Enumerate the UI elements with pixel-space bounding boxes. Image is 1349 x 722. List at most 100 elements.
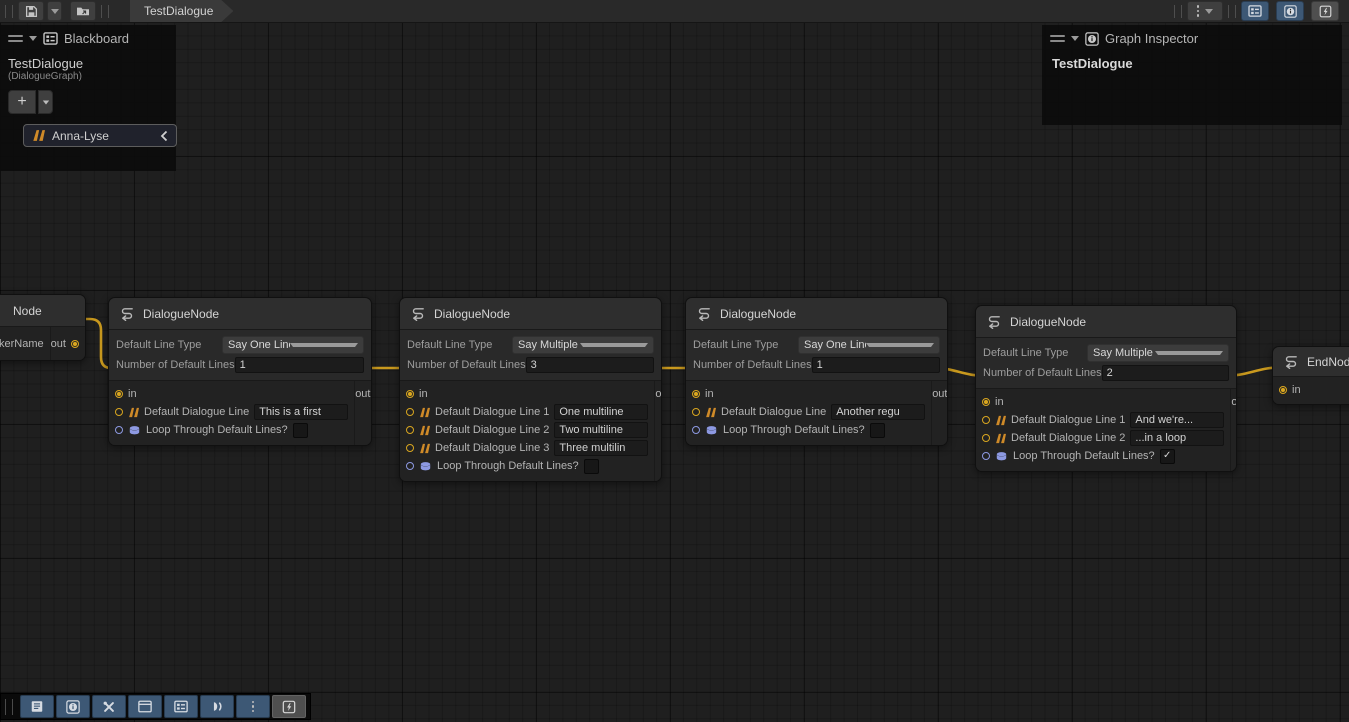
loop-checkbox[interactable]	[870, 423, 885, 438]
num-lines-field[interactable]: 3	[526, 357, 654, 373]
in-port[interactable]	[1279, 386, 1287, 394]
chevron-left-icon[interactable]	[160, 130, 168, 142]
blackboard-field-name: Anna-Lyse	[52, 129, 153, 143]
loop-port[interactable]	[982, 452, 990, 460]
quote-icon	[128, 407, 139, 418]
foldout-triangle-icon[interactable]	[29, 36, 37, 41]
end-node[interactable]: EndNode in	[1272, 346, 1349, 405]
line-type-dropdown[interactable]: Say Multiple Lines	[512, 336, 654, 354]
line-type-label: Default Line Type	[116, 339, 222, 351]
bottom-toolbar	[0, 693, 311, 720]
add-property-options-button[interactable]	[38, 90, 53, 114]
line-type-label: Default Line Type	[983, 347, 1087, 359]
graph-inspector-panel: Graph Inspector TestDialogue	[1042, 25, 1342, 125]
loop-port[interactable]	[115, 426, 123, 434]
loop-checkbox[interactable]: ✓	[1160, 449, 1175, 464]
in-port[interactable]	[115, 390, 123, 398]
overflow-menu-button[interactable]	[1187, 1, 1223, 21]
toolbar-separator	[101, 5, 109, 18]
line-port[interactable]	[406, 408, 414, 416]
node-title-bar[interactable]: DialogueNode	[400, 298, 661, 330]
inspector-toggle-button[interactable]	[1276, 1, 1304, 21]
line-type-dropdown[interactable]: Say One Line	[222, 336, 364, 354]
in-port[interactable]	[982, 398, 990, 406]
open-folder-icon	[76, 5, 90, 17]
num-lines-label: Number of Default Lines	[983, 367, 1102, 379]
blackboard-title: Blackboard	[64, 31, 129, 46]
drag-handle-icon[interactable]	[8, 35, 23, 42]
graph-canvas[interactable]: Node kerName out DialogueNode	[0, 22, 1349, 722]
chevron-down-icon	[290, 343, 358, 347]
quote-icon	[995, 415, 1006, 426]
chevron-down-icon	[1155, 351, 1223, 355]
node-title-bar[interactable]: Node	[0, 295, 85, 327]
dialogue-node-3[interactable]: DialogueNode Default Line Type Say One L…	[685, 297, 948, 446]
blackboard-header[interactable]: Blackboard	[0, 25, 176, 52]
foldout-triangle-icon[interactable]	[1071, 36, 1079, 41]
in-port[interactable]	[692, 390, 700, 398]
blackboard-field-speaker[interactable]: Anna-Lyse	[23, 124, 177, 147]
spark-toggle-button[interactable]	[272, 695, 306, 718]
num-lines-field[interactable]: 1	[235, 357, 364, 373]
line-value-field[interactable]: Another regu	[831, 404, 925, 420]
open-asset-button[interactable]	[70, 1, 96, 21]
notes-icon	[30, 700, 44, 713]
out-port[interactable]	[71, 340, 79, 348]
num-lines-field[interactable]: 2	[1102, 365, 1229, 381]
info-icon	[1284, 5, 1297, 18]
line-port[interactable]	[406, 444, 414, 452]
line-port[interactable]	[982, 434, 990, 442]
info-icon	[1085, 32, 1099, 46]
line-type-dropdown[interactable]: Say One Line	[798, 336, 940, 354]
dialogue-node-4[interactable]: DialogueNode Default Line Type Say Multi…	[975, 305, 1237, 472]
overflow-menu-button[interactable]	[236, 695, 270, 718]
node-title-bar[interactable]: DialogueNode	[109, 298, 371, 330]
line-port[interactable]	[692, 408, 700, 416]
line-value-field[interactable]: One multiline	[554, 404, 648, 420]
line-port[interactable]	[982, 416, 990, 424]
line-value-field[interactable]: This is a first	[254, 404, 348, 420]
quote-icon	[419, 425, 430, 436]
tools-toggle-button[interactable]	[92, 695, 126, 718]
loop-port[interactable]	[692, 426, 700, 434]
preview-toggle-button[interactable]	[200, 695, 234, 718]
save-options-button[interactable]	[47, 1, 62, 21]
dialogue-node-2[interactable]: DialogueNode Default Line Type Say Multi…	[399, 297, 662, 482]
node-title-bar[interactable]: DialogueNode	[686, 298, 947, 330]
drag-handle-icon[interactable]	[1050, 35, 1065, 42]
line-value-field[interactable]: And we're...	[1130, 412, 1224, 428]
info-toggle-button[interactable]	[56, 695, 90, 718]
line-type-label: Default Line Type	[693, 339, 798, 351]
loop-port[interactable]	[406, 462, 414, 470]
info-icon	[66, 700, 80, 714]
blackboard-toggle-button[interactable]	[164, 695, 198, 718]
dialogue-node-1[interactable]: DialogueNode Default Line Type Say One L…	[108, 297, 372, 446]
line-port[interactable]	[406, 426, 414, 434]
line-label: Default Dialogue Line 1	[435, 406, 549, 418]
speaker-node[interactable]: Node kerName out	[0, 294, 86, 361]
save-button[interactable]	[18, 1, 44, 21]
line-value-field[interactable]: ...in a loop	[1130, 430, 1224, 446]
loop-checkbox[interactable]	[293, 423, 308, 438]
loop-checkbox[interactable]	[584, 459, 599, 474]
in-port[interactable]	[406, 390, 414, 398]
line-value-field[interactable]: Two multiline	[554, 422, 648, 438]
drag-handle-icon[interactable]	[5, 699, 13, 715]
line-type-dropdown[interactable]: Say Multiple Lines	[1087, 344, 1229, 362]
graph-tab[interactable]: TestDialogue	[130, 0, 233, 22]
kebab-menu-icon	[252, 701, 255, 713]
inspector-header[interactable]: Graph Inspector	[1042, 25, 1342, 52]
spark-toggle-button[interactable]	[1311, 1, 1339, 21]
blackboard-graph-name: TestDialogue	[0, 52, 176, 71]
window-toggle-button[interactable]	[128, 695, 162, 718]
line-label: Default Dialogue Line	[144, 406, 249, 418]
line-port[interactable]	[115, 408, 123, 416]
num-lines-field[interactable]: 1	[812, 357, 940, 373]
quote-icon	[419, 443, 430, 454]
notes-toggle-button[interactable]	[20, 695, 54, 718]
line-value-field[interactable]: Three multilin	[554, 440, 648, 456]
add-property-button[interactable]: +	[8, 90, 36, 114]
blackboard-toggle-button[interactable]	[1241, 1, 1269, 21]
node-title-bar[interactable]: DialogueNode	[976, 306, 1236, 338]
node-title-bar[interactable]: EndNode	[1273, 347, 1349, 377]
